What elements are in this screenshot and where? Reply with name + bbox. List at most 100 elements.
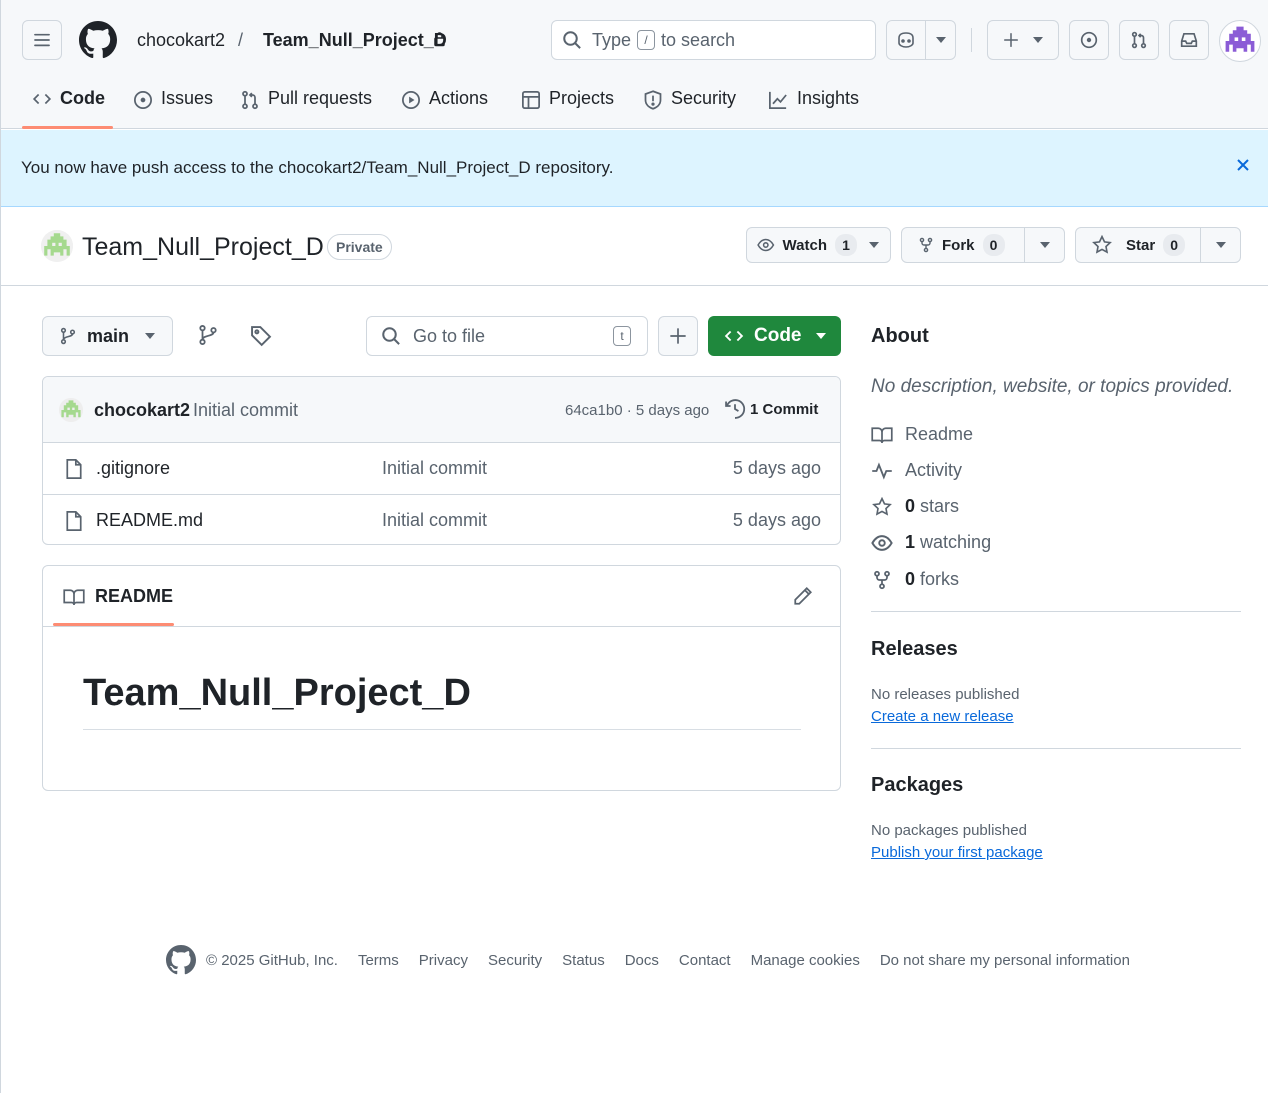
tab-actions[interactable]: Actions: [401, 80, 488, 128]
tag-icon[interactable]: [250, 325, 272, 347]
search-prefix: Type: [592, 29, 632, 50]
pull-request-icon: [242, 90, 258, 110]
add-file-button[interactable]: [658, 316, 698, 356]
pull-requests-button[interactable]: [1119, 20, 1159, 60]
tab-label: Insights: [797, 88, 860, 108]
stars-link[interactable]: 0 stars: [871, 496, 959, 517]
footer-link-contact[interactable]: Contact: [679, 952, 731, 969]
footer-copyright: © 2025 GitHub, Inc.: [206, 951, 338, 969]
commit-message[interactable]: Initial commit: [193, 400, 298, 421]
watching-link[interactable]: 1 watching: [871, 532, 991, 553]
packages-empty-text: No packages published: [871, 822, 1027, 839]
branch-select-button[interactable]: main: [42, 316, 173, 356]
avatar: [59, 398, 83, 422]
star-count: 0: [1163, 234, 1186, 256]
star-dropdown[interactable]: [1200, 228, 1240, 262]
commit-meta[interactable]: 64ca1b0 · 5 days ago: [565, 402, 709, 419]
forks-link[interactable]: 0 forks: [871, 569, 959, 590]
file-commit-message[interactable]: Initial commit: [382, 510, 487, 531]
tab-projects[interactable]: Projects: [521, 80, 614, 128]
footer-link-do-not-share[interactable]: Do not share my personal information: [880, 952, 1130, 969]
activity-link-label: Activity: [905, 460, 963, 480]
fork-icon: [874, 570, 890, 589]
tab-readme[interactable]: README: [63, 586, 173, 607]
create-release-link[interactable]: Create a new release: [871, 708, 1014, 725]
code-icon: [32, 93, 52, 105]
flash-banner: You now have push access to the chocokar…: [1, 130, 1268, 207]
tab-insights[interactable]: Insights: [767, 80, 859, 128]
repo-title[interactable]: Team_Null_Project_D: [82, 233, 324, 262]
github-logo-icon[interactable]: [166, 945, 196, 975]
footer: © 2025 GitHub, Inc. Terms Privacy Securi…: [166, 945, 1130, 975]
file-commit-message[interactable]: Initial commit: [382, 458, 487, 479]
visibility-badge: Private: [327, 234, 392, 260]
close-icon[interactable]: [1235, 157, 1251, 173]
commits-link[interactable]: 1 Commit: [724, 398, 818, 420]
footer-link-privacy[interactable]: Privacy: [419, 952, 468, 969]
footer-link-security[interactable]: Security: [488, 952, 542, 969]
book-icon: [63, 588, 85, 605]
fork-label: Fork: [942, 236, 975, 254]
search-shortcut-key: /: [637, 30, 656, 50]
tab-code[interactable]: Code: [32, 80, 105, 128]
search-icon: [563, 31, 581, 49]
tab-pull-requests[interactable]: Pull requests: [240, 80, 372, 128]
publish-package-link[interactable]: Publish your first package: [871, 844, 1043, 861]
packages-heading[interactable]: Packages: [871, 774, 963, 797]
watch-dropdown[interactable]: [857, 228, 890, 262]
github-logo-icon[interactable]: [79, 21, 117, 59]
repo-link[interactable]: Team_Null_Project_D: [263, 30, 447, 51]
chevron-down-icon[interactable]: [925, 21, 955, 59]
chevron-down-icon: [1033, 37, 1043, 43]
watch-button[interactable]: Watch 1: [746, 227, 891, 263]
fork-dropdown[interactable]: [1024, 228, 1064, 262]
go-to-file-placeholder: Go to file: [413, 325, 486, 346]
copilot-button[interactable]: [886, 20, 956, 60]
tab-issues[interactable]: Issues: [133, 80, 213, 128]
play-icon: [402, 91, 420, 109]
readme-heading: Team_Null_Project_D: [83, 672, 471, 714]
file-name[interactable]: .gitignore: [96, 458, 170, 479]
global-header: chocokart2 / Team_Null_Project_D Type / …: [1, 0, 1268, 129]
star-button[interactable]: Star 0: [1075, 227, 1241, 263]
tab-security[interactable]: Security: [643, 80, 736, 128]
owner-link[interactable]: chocokart2: [137, 30, 225, 51]
go-to-file-shortcut: t: [613, 326, 631, 346]
file-icon: [65, 458, 83, 480]
inbox-button[interactable]: [1169, 20, 1209, 60]
inbox-icon: [1180, 32, 1198, 48]
fork-button[interactable]: Fork 0: [901, 227, 1065, 263]
issues-button[interactable]: [1069, 20, 1109, 60]
lock-icon: [433, 31, 446, 47]
file-name[interactable]: README.md: [96, 510, 203, 531]
search-icon: [382, 327, 400, 345]
code-button[interactable]: Code: [708, 316, 841, 356]
about-heading: About: [871, 325, 929, 347]
commit-author[interactable]: chocokart2: [94, 400, 190, 421]
tab-label: Issues: [161, 88, 214, 108]
branches-icon[interactable]: [197, 324, 219, 346]
selected-tab-indicator: [22, 126, 113, 129]
activity-link[interactable]: Activity: [871, 460, 962, 481]
footer-link-manage-cookies[interactable]: Manage cookies: [751, 952, 860, 969]
search-input[interactable]: Type / to search: [551, 20, 876, 60]
footer-link-terms[interactable]: Terms: [358, 952, 399, 969]
owner-avatar: [41, 230, 73, 262]
graph-icon: [769, 91, 787, 109]
releases-heading[interactable]: Releases: [871, 638, 958, 661]
footer-link-status[interactable]: Status: [562, 952, 605, 969]
forks-label: forks: [920, 569, 960, 589]
go-to-file-input[interactable]: Go to file t: [366, 316, 648, 356]
chevron-down-icon: [145, 333, 156, 339]
branch-icon: [60, 327, 76, 345]
pencil-icon[interactable]: [793, 586, 813, 606]
footer-link-docs[interactable]: Docs: [625, 952, 659, 969]
tab-label: Pull requests: [268, 88, 373, 108]
create-new-button[interactable]: [987, 20, 1059, 60]
plus-icon: [1004, 33, 1018, 47]
menu-button[interactable]: [22, 20, 62, 60]
user-avatar[interactable]: [1219, 20, 1261, 62]
readme-link[interactable]: Readme: [871, 424, 973, 445]
watch-count: 1: [835, 234, 857, 256]
file-icon: [65, 510, 83, 532]
